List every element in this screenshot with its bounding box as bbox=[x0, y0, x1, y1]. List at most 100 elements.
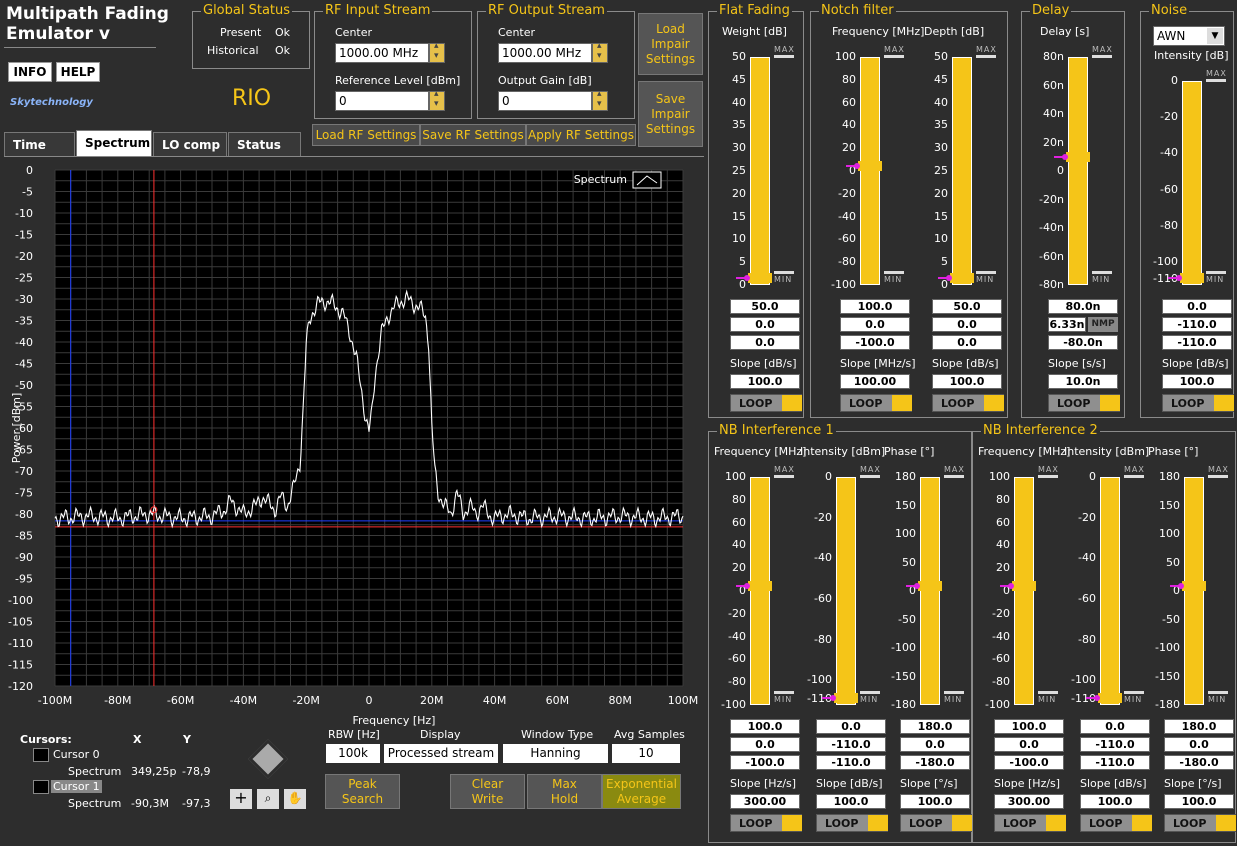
rf-output-center-spinner[interactable] bbox=[592, 41, 608, 63]
nb1-freq-value-3[interactable]: -100.0 bbox=[730, 755, 800, 770]
notch-freq-value-3[interactable]: -100.0 bbox=[840, 335, 910, 350]
display-select[interactable]: Processed stream bbox=[384, 744, 498, 763]
delay-track[interactable] bbox=[1068, 57, 1088, 285]
nb1-phase-slope-field[interactable]: 100.0 bbox=[900, 794, 970, 809]
nb1-freq-thumb[interactable] bbox=[748, 581, 772, 591]
nb2-int-value-1[interactable]: 0.0 bbox=[1080, 719, 1150, 734]
nb2-phase-value-2[interactable]: 0.0 bbox=[1164, 737, 1234, 752]
nb1-phase-value-2[interactable]: 0.0 bbox=[900, 737, 970, 752]
cursor1-icon[interactable] bbox=[33, 780, 49, 794]
window-select[interactable]: Hanning bbox=[503, 744, 608, 763]
nb2-freq-thumb[interactable] bbox=[1012, 581, 1036, 591]
cursor1-name[interactable]: Cursor 1 bbox=[51, 780, 102, 793]
add-cursor-button[interactable]: + bbox=[230, 789, 252, 809]
noise-value-1[interactable]: 0.0 bbox=[1162, 299, 1232, 314]
noise-value-2[interactable]: -110.0 bbox=[1162, 317, 1232, 332]
nb1-int-value-3[interactable]: -110.0 bbox=[816, 755, 886, 770]
pan-hand-icon[interactable]: ✋ bbox=[284, 789, 306, 809]
nb1-phase-value-1[interactable]: 180.0 bbox=[900, 719, 970, 734]
nb2-phase-slope-field[interactable]: 100.0 bbox=[1164, 794, 1234, 809]
nb2-phase-value-1[interactable]: 180.0 bbox=[1164, 719, 1234, 734]
tab-lo-comp[interactable]: LO comp bbox=[153, 132, 227, 156]
nb1-phase-value-3[interactable]: -180.0 bbox=[900, 755, 970, 770]
rf-input-ref-spinner[interactable] bbox=[429, 89, 445, 111]
legend-swatch[interactable] bbox=[632, 171, 662, 189]
nb2-phase-value-3[interactable]: -180.0 bbox=[1164, 755, 1234, 770]
delay-nmp-button[interactable]: NMP bbox=[1088, 317, 1118, 332]
flat-weight-value-2[interactable]: 0.0 bbox=[730, 317, 800, 332]
cursor0-name[interactable]: Cursor 0 bbox=[53, 748, 100, 761]
load-rf-button[interactable]: Load RF Settings bbox=[312, 124, 420, 146]
rbw-field[interactable]: 100k bbox=[326, 744, 380, 763]
rf-input-center-spinner[interactable] bbox=[429, 41, 445, 63]
nb2-phase-track[interactable] bbox=[1184, 477, 1204, 705]
nb1-int-thumb[interactable] bbox=[834, 693, 858, 703]
nb2-int-value-3[interactable]: -110.0 bbox=[1080, 755, 1150, 770]
nb2-int-value-2[interactable]: -110.0 bbox=[1080, 737, 1150, 752]
rf-output-gain-field[interactable]: 0 bbox=[498, 91, 592, 111]
nb1-freq-value-2[interactable]: 0.0 bbox=[730, 737, 800, 752]
notch-freq-thumb[interactable] bbox=[858, 161, 882, 171]
nb1-int-slope-field[interactable]: 100.0 bbox=[816, 794, 886, 809]
nb1-freq-value-1[interactable]: 100.0 bbox=[730, 719, 800, 734]
delay-value-3[interactable]: -80.0n bbox=[1048, 335, 1118, 350]
save-rf-button[interactable]: Save RF Settings bbox=[420, 124, 526, 146]
peak-search-button[interactable]: Peak Search bbox=[325, 774, 400, 809]
notch-depth-slope-field[interactable]: 100.0 bbox=[932, 374, 1002, 389]
load-impair-button[interactable]: Load Impair Settings bbox=[638, 13, 703, 75]
notch-depth-track[interactable] bbox=[952, 57, 972, 285]
nb2-freq-value-3[interactable]: -100.0 bbox=[994, 755, 1064, 770]
notch-depth-thumb[interactable] bbox=[950, 273, 974, 283]
tab-time[interactable]: Time bbox=[4, 132, 75, 156]
noise-thumb[interactable] bbox=[1180, 273, 1204, 283]
nb2-int-track[interactable] bbox=[1100, 477, 1120, 705]
notch-freq-track[interactable] bbox=[860, 57, 880, 285]
flat-weight-thumb[interactable] bbox=[748, 273, 772, 283]
tab-spectrum[interactable]: Spectrum bbox=[76, 130, 152, 156]
nb1-int-value-1[interactable]: 0.0 bbox=[816, 719, 886, 734]
rf-output-gain-spinner[interactable] bbox=[592, 89, 608, 111]
delay-value-1[interactable]: 80.0n bbox=[1048, 299, 1118, 314]
notch-freq-value-2[interactable]: 0.0 bbox=[840, 317, 910, 332]
nb2-int-slope-field[interactable]: 100.0 bbox=[1080, 794, 1150, 809]
info-button[interactable]: INFO bbox=[8, 62, 52, 82]
rf-input-ref-field[interactable]: 0 bbox=[335, 91, 429, 111]
nb2-freq-value-1[interactable]: 100.0 bbox=[994, 719, 1064, 734]
clear-write-button[interactable]: Clear Write bbox=[450, 774, 525, 809]
notch-depth-value-1[interactable]: 50.0 bbox=[932, 299, 1002, 314]
spectrum-chart[interactable]: 0-5-10-15-20-25-30-35-40-45-50-55-60-65-… bbox=[0, 158, 704, 730]
nb2-freq-track[interactable] bbox=[1014, 477, 1034, 705]
save-impair-button[interactable]: Save Impair Settings bbox=[638, 81, 703, 147]
notch-freq-value-1[interactable]: 100.0 bbox=[840, 299, 910, 314]
delay-value-2[interactable]: 6.33n bbox=[1048, 317, 1086, 332]
flat-weight-value-1[interactable]: 50.0 bbox=[730, 299, 800, 314]
rf-input-center-field[interactable]: 1000.00 MHz bbox=[335, 43, 429, 63]
notch-freq-slope-field[interactable]: 100.00 bbox=[840, 374, 910, 389]
max-hold-button[interactable]: Max Hold bbox=[527, 774, 602, 809]
noise-value-3[interactable]: -110.0 bbox=[1162, 335, 1232, 350]
apply-rf-button[interactable]: Apply RF Settings bbox=[526, 124, 636, 146]
notch-depth-value-3[interactable]: 0.0 bbox=[932, 335, 1002, 350]
flat-weight-slope-field[interactable]: 100.0 bbox=[730, 374, 800, 389]
delay-thumb[interactable] bbox=[1066, 151, 1090, 162]
noise-track[interactable] bbox=[1182, 81, 1202, 285]
nb1-freq-track[interactable] bbox=[750, 477, 770, 705]
delay-slope-field[interactable]: 10.0n bbox=[1048, 374, 1118, 389]
nb2-int-thumb[interactable] bbox=[1098, 693, 1122, 703]
tab-status[interactable]: Status bbox=[228, 132, 301, 156]
nb1-int-value-2[interactable]: -110.0 bbox=[816, 737, 886, 752]
avg-field[interactable]: 10 bbox=[612, 744, 680, 763]
cursor-mover-icon[interactable] bbox=[248, 739, 288, 779]
noise-type-chevron-icon[interactable]: ▼ bbox=[1207, 28, 1223, 44]
zoom-icon[interactable]: ⌕ bbox=[257, 789, 279, 809]
exp-avg-button[interactable]: Exponential Average bbox=[602, 774, 681, 809]
nb1-int-track[interactable] bbox=[836, 477, 856, 705]
nb2-freq-slope-field[interactable]: 300.00 bbox=[994, 794, 1064, 809]
noise-slope-field[interactable]: 100.0 bbox=[1162, 374, 1232, 389]
notch-depth-value-2[interactable]: 0.0 bbox=[932, 317, 1002, 332]
nb1-freq-slope-field[interactable]: 300.00 bbox=[730, 794, 800, 809]
rf-output-center-field[interactable]: 1000.00 MHz bbox=[498, 43, 592, 63]
nb1-phase-thumb[interactable] bbox=[918, 581, 942, 591]
help-button[interactable]: HELP bbox=[56, 62, 100, 82]
flat-weight-track[interactable] bbox=[750, 57, 770, 285]
